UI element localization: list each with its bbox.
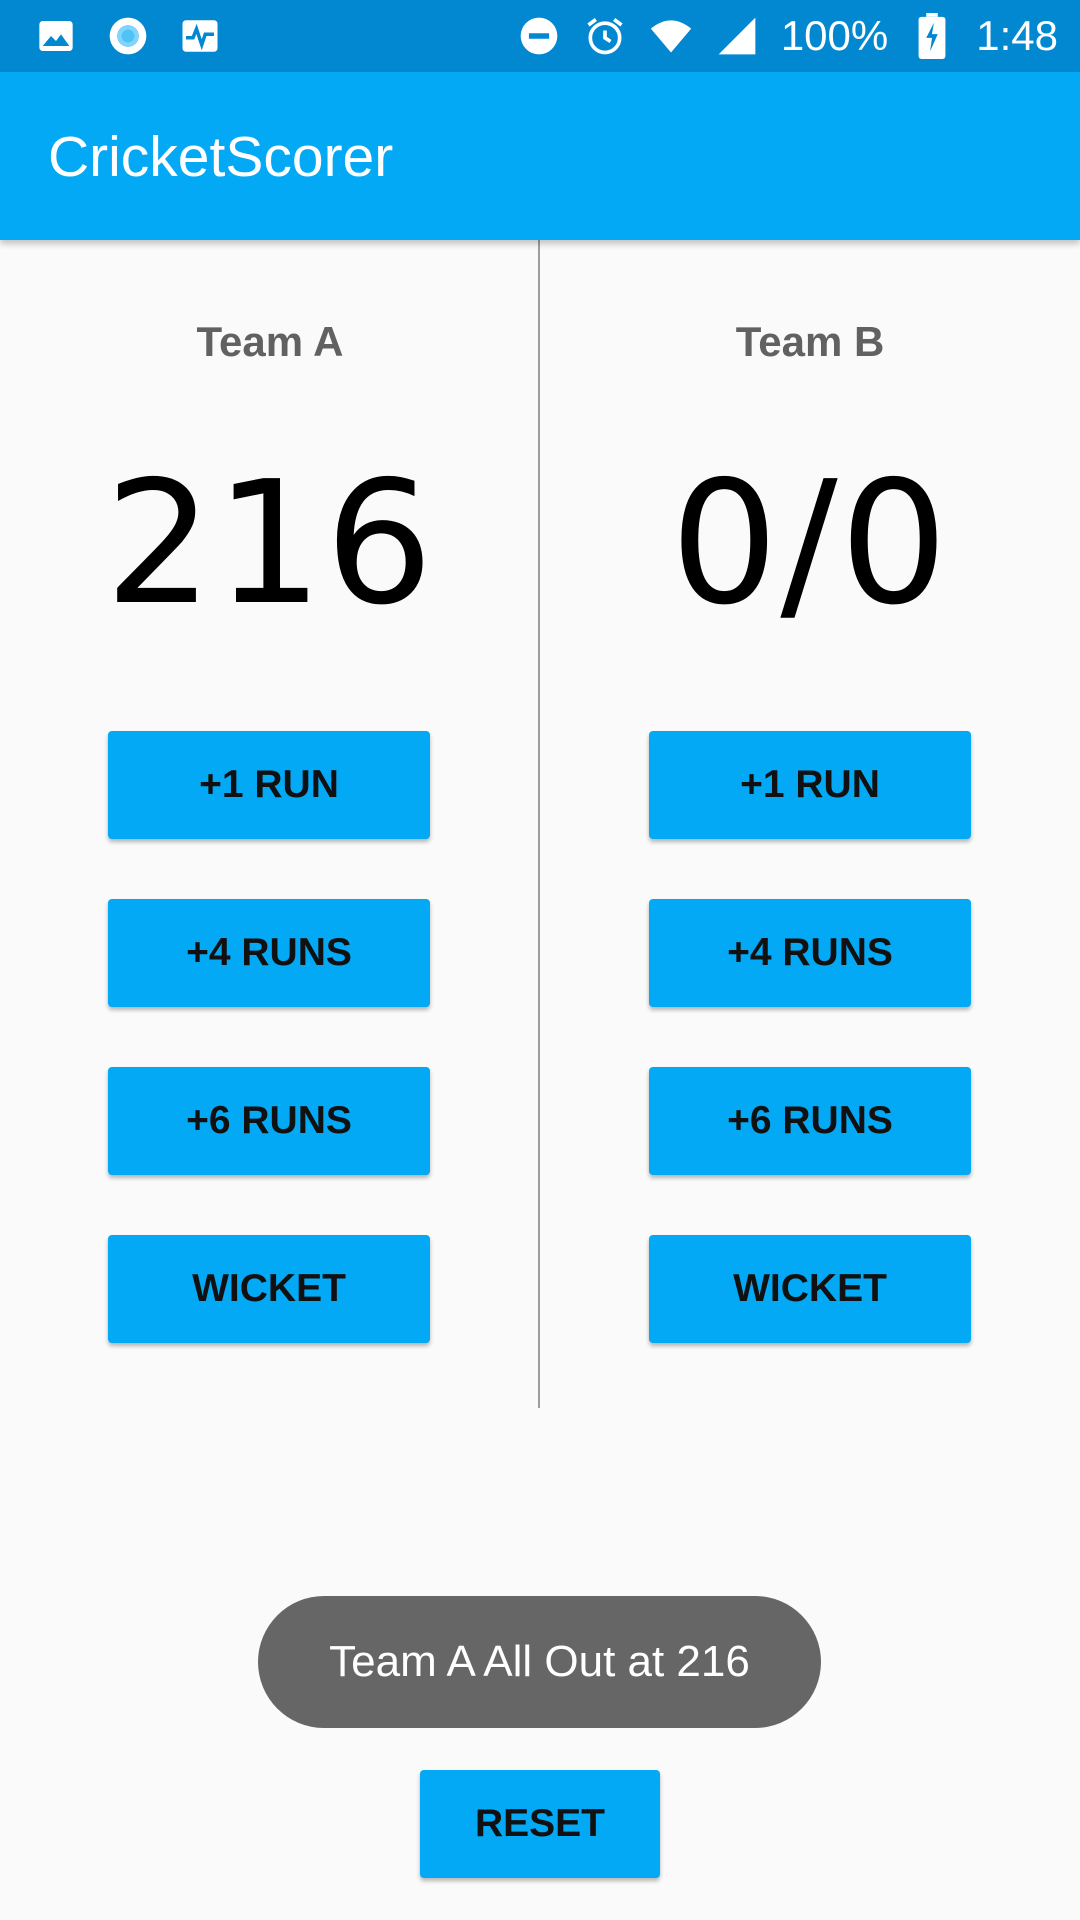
status-bar: 100% 1:48 bbox=[0, 0, 1080, 72]
team-b-plus6-button[interactable]: +6 RUNS bbox=[649, 1067, 971, 1175]
team-a-score: 216 bbox=[104, 445, 436, 643]
cell-signal-icon bbox=[715, 14, 759, 58]
clock: 1:48 bbox=[976, 12, 1058, 59]
team-a-panel: Team A 216 +1 RUN +4 RUNS +6 RUNS WICKET bbox=[0, 240, 540, 1408]
wifi-icon bbox=[649, 14, 693, 58]
team-b-plus4-button[interactable]: +4 RUNS bbox=[649, 899, 971, 1007]
app-title: CricketScorer bbox=[48, 125, 394, 189]
status-bar-notifications bbox=[34, 14, 222, 58]
team-a-wicket-button[interactable]: WICKET bbox=[108, 1235, 430, 1343]
team-b-plus1-button[interactable]: +1 RUN bbox=[649, 731, 971, 839]
image-icon bbox=[34, 14, 78, 58]
team-b-panel: Team B 0/0 +1 RUN +4 RUNS +6 RUNS WICKET bbox=[540, 240, 1080, 1408]
do-not-disturb-icon bbox=[517, 14, 561, 58]
battery-percent: 100% bbox=[780, 12, 889, 59]
team-b-name: Team B bbox=[735, 318, 885, 365]
team-a-plus6-button[interactable]: +6 RUNS bbox=[108, 1067, 430, 1175]
reset-button[interactable]: RESET bbox=[420, 1770, 660, 1878]
toast-message: Team A All Out at 216 bbox=[258, 1596, 821, 1728]
activity-chart-icon bbox=[178, 14, 222, 58]
status-bar-system: 100% 1:48 bbox=[517, 10, 1058, 62]
team-b-wicket-button[interactable]: WICKET bbox=[649, 1235, 971, 1343]
team-a-plus1-button[interactable]: +1 RUN bbox=[108, 731, 430, 839]
team-b-score: 0/0 bbox=[670, 445, 950, 643]
team-a-name: Team A bbox=[196, 318, 344, 365]
battery-charging-icon bbox=[910, 13, 954, 59]
app-bar: CricketScorer bbox=[0, 72, 1080, 240]
team-a-plus4-button[interactable]: +4 RUNS bbox=[108, 899, 430, 1007]
circle-record-icon bbox=[106, 14, 150, 58]
alarm-icon bbox=[583, 14, 627, 58]
